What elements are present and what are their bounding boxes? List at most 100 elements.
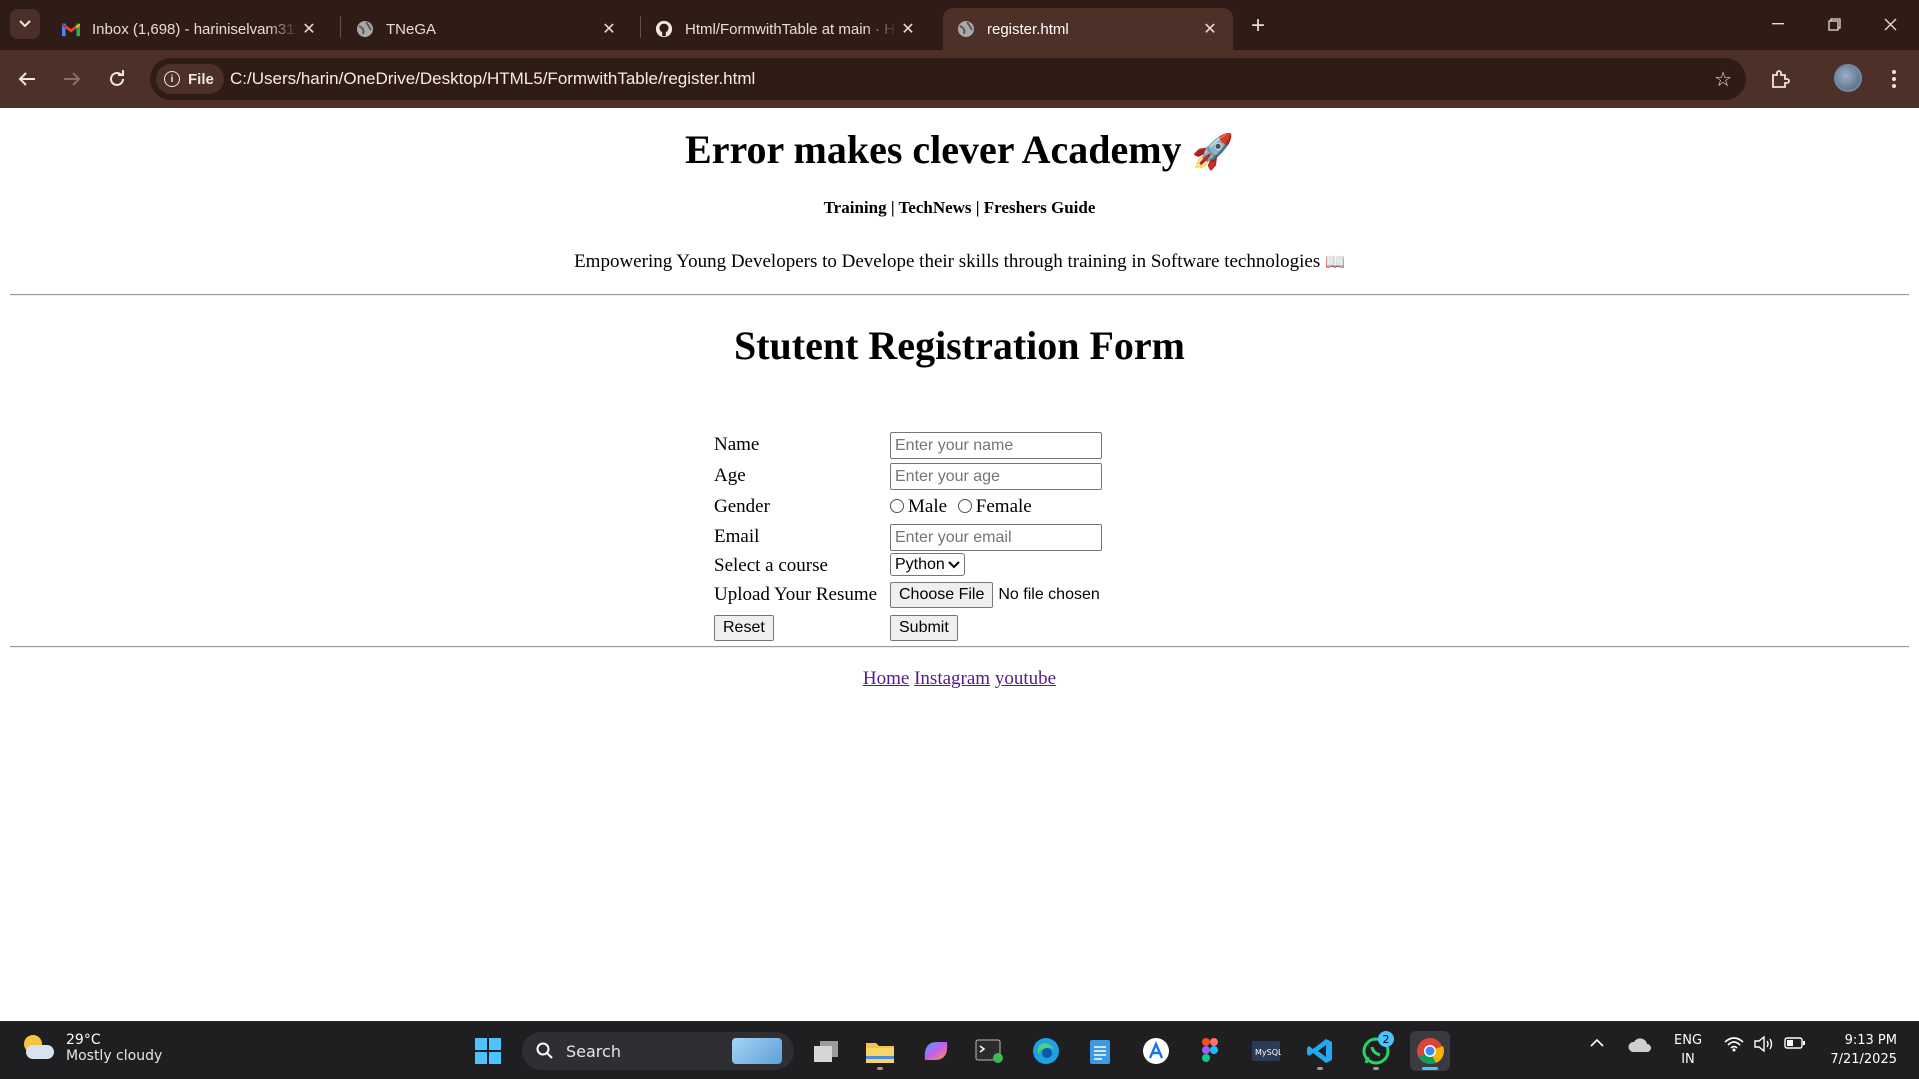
cloud-icon <box>1628 1038 1651 1052</box>
course-selected-value: Python <box>895 555 945 573</box>
windows-icon <box>475 1038 501 1064</box>
start-button[interactable] <box>468 1031 508 1071</box>
site-info-chip[interactable]: i File <box>156 64 224 94</box>
wifi-icon <box>1724 1037 1744 1052</box>
name-input[interactable] <box>890 432 1102 459</box>
chevron-down-icon <box>948 560 960 568</box>
course-select[interactable]: Python <box>890 553 965 576</box>
app-store-button[interactable] <box>1136 1031 1176 1071</box>
reset-button[interactable]: Reset <box>714 615 774 641</box>
buttons-row: Reset Submit <box>714 615 1134 641</box>
course-label: Select a course <box>714 555 828 576</box>
page-content: Error makes clever Academy 🚀 Training | … <box>0 108 1919 1021</box>
site-title: Error makes clever Academy 🚀 <box>0 126 1919 173</box>
divider <box>10 294 1909 296</box>
copilot-icon <box>924 1042 948 1060</box>
tab-title: register.html <box>987 20 1069 38</box>
submit-button[interactable]: Submit <box>890 615 958 641</box>
onedrive-button[interactable] <box>1628 1036 1652 1058</box>
rocket-icon: 🚀 <box>1191 132 1234 172</box>
profile-avatar[interactable] <box>1834 64 1862 92</box>
file-explorer-button[interactable] <box>860 1031 900 1071</box>
minimize-button[interactable] <box>1758 8 1798 40</box>
forward-button[interactable] <box>56 63 88 95</box>
gender-male-radio[interactable] <box>890 499 904 513</box>
terminal-icon <box>975 1039 1003 1063</box>
show-hidden-icons-button[interactable] <box>1590 1036 1604 1052</box>
travel-highlight-icon <box>732 1038 782 1064</box>
tagline: Empowering Young Developers to Develope … <box>0 251 1919 273</box>
gender-label: Gender <box>714 496 770 517</box>
taskbar-search[interactable]: Search <box>522 1032 794 1070</box>
footer-link-instagram[interactable]: Instagram <box>914 668 990 689</box>
close-window-button[interactable] <box>1870 8 1910 40</box>
new-tab-button[interactable]: + <box>1244 12 1272 40</box>
chrome-button[interactable] <box>1410 1031 1450 1071</box>
terminal-button[interactable] <box>970 1031 1010 1071</box>
age-input[interactable] <box>890 463 1102 490</box>
taskbar-search-label: Search <box>566 1041 621 1061</box>
email-label: Email <box>714 526 760 547</box>
task-view-button[interactable] <box>806 1031 846 1071</box>
close-icon[interactable]: ✕ <box>1199 18 1221 40</box>
edge-button[interactable] <box>1026 1031 1066 1071</box>
menu-button[interactable] <box>1878 63 1910 95</box>
weather-widget[interactable]: 29°C Mostly cloudy <box>20 1032 162 1064</box>
url-text[interactable]: C:/Users/harin/OneDrive/Desktop/HTML5/Fo… <box>230 69 755 89</box>
mysql-workbench-button[interactable]: MySQL <box>1246 1031 1286 1071</box>
info-icon: i <box>164 71 180 87</box>
region-code: IN <box>1681 1052 1695 1067</box>
address-bar[interactable]: i File C:/Users/harin/OneDrive/Desktop/H… <box>150 58 1746 100</box>
tab-tnega[interactable]: TNeGA ✕ <box>342 8 632 50</box>
divider <box>10 646 1909 648</box>
choose-file-button[interactable]: Choose File <box>890 582 994 608</box>
extensions-button[interactable] <box>1764 63 1796 95</box>
volume-button[interactable] <box>1754 1035 1774 1056</box>
clock-date: 7/21/2025 <box>1830 1052 1897 1067</box>
notepad-button[interactable] <box>1080 1031 1120 1071</box>
tagline-text: Empowering Young Developers to Develope … <box>574 251 1321 272</box>
arrow-left-icon <box>18 72 35 86</box>
gender-female-radio[interactable] <box>957 499 972 513</box>
resume-file-input: Choose File No file chosen <box>890 582 1100 608</box>
copilot-button[interactable] <box>916 1031 956 1071</box>
clock[interactable]: 9:13 PM 7/21/2025 <box>1830 1031 1897 1069</box>
close-icon[interactable]: ✕ <box>897 18 919 40</box>
close-icon <box>1884 18 1896 30</box>
chevron-up-icon <box>1590 1038 1604 1047</box>
site-title-text: Error makes clever Academy <box>685 127 1182 172</box>
tab-title: TNeGA <box>386 20 437 38</box>
close-icon[interactable]: ✕ <box>598 18 620 40</box>
age-row: Age <box>714 463 1134 490</box>
gender-male-label: Male <box>908 496 948 517</box>
restore-icon <box>1827 17 1841 31</box>
vscode-button[interactable] <box>1300 1031 1340 1071</box>
email-input[interactable] <box>890 524 1102 551</box>
tab-github[interactable]: Html/FormwithTable at main · H ✕ <box>641 8 931 50</box>
bookmark-star-icon[interactable]: ☆ <box>1714 67 1732 92</box>
tab-register[interactable]: register.html ✕ <box>943 8 1233 50</box>
close-icon[interactable]: ✕ <box>298 18 320 40</box>
restore-button[interactable] <box>1814 8 1854 40</box>
input-language[interactable]: ENG IN <box>1674 1031 1702 1069</box>
lang-code: ENG <box>1674 1033 1703 1048</box>
search-icon <box>536 1042 553 1059</box>
footer-link-youtube[interactable]: youtube <box>995 668 1056 689</box>
gender-row: Gender Male Female <box>714 494 1134 520</box>
gender-female-label: Female <box>975 496 1032 517</box>
figma-button[interactable] <box>1190 1031 1230 1071</box>
chrome-icon <box>1417 1038 1444 1065</box>
whatsapp-button[interactable]: 2 <box>1356 1031 1396 1071</box>
temperature: 29°C <box>66 1032 101 1048</box>
weather-condition: Mostly cloudy <box>66 1048 163 1064</box>
footer-link-home[interactable]: Home <box>863 668 909 689</box>
back-button[interactable] <box>11 63 43 95</box>
wifi-button[interactable] <box>1724 1036 1744 1056</box>
tab-gmail[interactable]: Inbox (1,698) - hariniselvam311 ✕ <box>48 8 332 50</box>
globe-icon <box>957 20 975 38</box>
tab-search-button[interactable] <box>10 9 40 39</box>
battery-button[interactable] <box>1784 1036 1806 1054</box>
folder-icon <box>866 1043 894 1063</box>
reload-button[interactable] <box>101 63 133 95</box>
resume-row: Upload Your Resume Choose File No file ch… <box>714 582 1134 608</box>
